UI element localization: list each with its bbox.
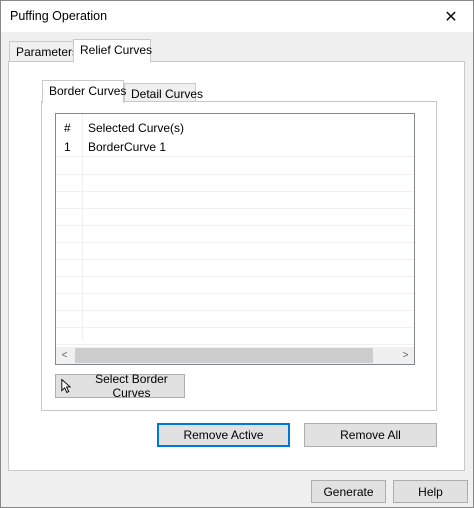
scroll-left-icon[interactable]: <: [56, 347, 73, 364]
button-label: Remove All: [340, 428, 401, 442]
empty-row: [56, 276, 414, 294]
tab-label: Relief Curves: [80, 43, 153, 57]
column-header-index[interactable]: #: [64, 118, 71, 138]
dialog-window: Puffing Operation ✕ Parameters Relief Cu…: [0, 0, 474, 508]
tab-label: Parameters: [16, 45, 79, 59]
row-index: 1: [64, 140, 71, 154]
button-label: Select Border Curves: [95, 372, 168, 400]
empty-row: [56, 208, 414, 226]
list-header: # Selected Curve(s): [56, 118, 414, 138]
help-button[interactable]: Help: [393, 480, 468, 503]
tab-detail-curves[interactable]: Detail Curves: [124, 83, 203, 103]
remove-all-button[interactable]: Remove All: [304, 423, 437, 447]
select-border-curves-button[interactable]: Select Border Curves: [55, 372, 185, 400]
button-label: Generate: [323, 484, 374, 499]
empty-row: [56, 191, 414, 209]
empty-row: [56, 310, 414, 328]
empty-row: [56, 174, 414, 192]
selected-curves-list[interactable]: # Selected Curve(s) 1 BorderCurve 1 < >: [55, 113, 415, 365]
empty-row: [56, 259, 414, 277]
tab-label: Border Curves: [49, 84, 127, 98]
empty-row: [56, 327, 414, 345]
column-header-selected-curves[interactable]: Selected Curve(s): [88, 118, 184, 138]
empty-row: [56, 157, 414, 175]
cursor-arrow-icon: [61, 378, 72, 394]
remove-active-button[interactable]: Remove Active: [157, 423, 290, 447]
horizontal-scrollbar[interactable]: < >: [56, 347, 414, 364]
scrollbar-thumb[interactable]: [75, 348, 373, 363]
window-title: Puffing Operation: [10, 9, 108, 23]
button-label: Remove Active: [183, 428, 264, 442]
empty-row: [56, 293, 414, 311]
empty-row: [56, 225, 414, 243]
row-curve-name: BorderCurve 1: [88, 140, 167, 154]
button-label: Help: [418, 484, 443, 499]
tab-relief-curves[interactable]: Relief Curves: [73, 39, 153, 62]
tab-parameters[interactable]: Parameters: [9, 41, 78, 61]
close-icon[interactable]: ✕: [429, 1, 473, 32]
table-row[interactable]: 1 BorderCurve 1: [56, 139, 414, 157]
title-bar: Puffing Operation ✕: [1, 1, 473, 32]
scroll-right-icon[interactable]: >: [397, 347, 414, 364]
tab-border-curves[interactable]: Border Curves: [42, 80, 127, 103]
generate-button[interactable]: Generate: [311, 480, 386, 503]
empty-row: [56, 242, 414, 260]
tab-label: Detail Curves: [131, 87, 204, 101]
